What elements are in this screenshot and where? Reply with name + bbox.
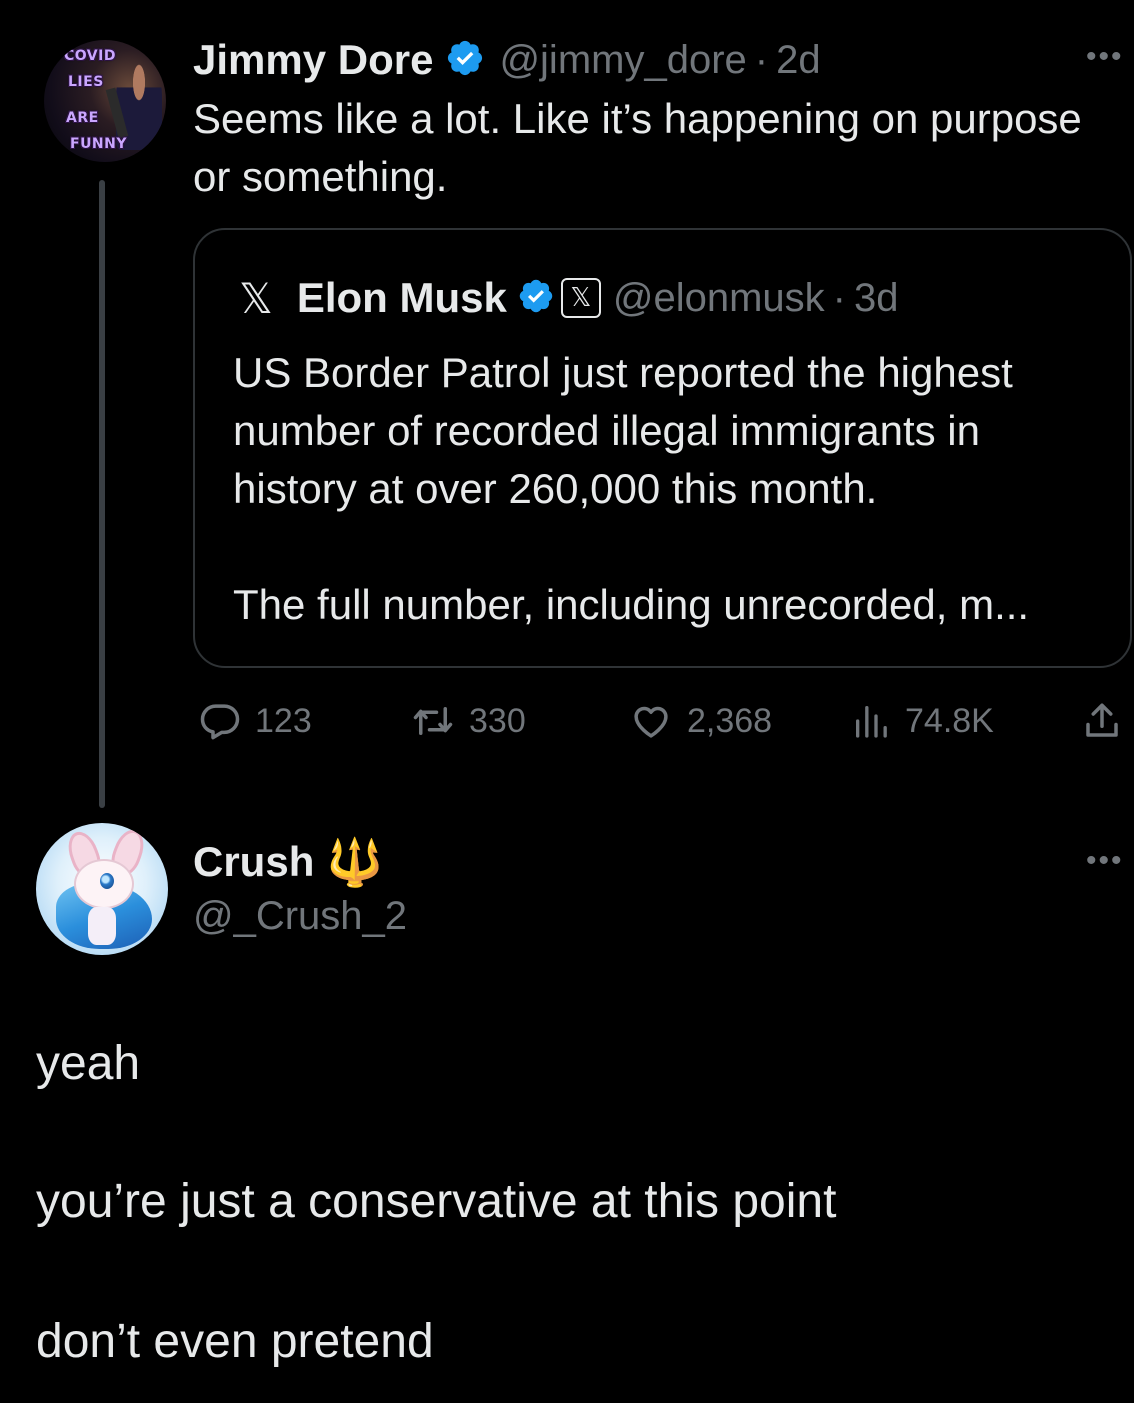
- repost-count: 330: [469, 701, 526, 740]
- quoted-author-handle: @elonmusk: [612, 275, 825, 320]
- more-options-icon[interactable]: •••: [1086, 846, 1124, 876]
- jimmy-dore-avatar[interactable]: COVID LIES ARE FUNNY: [44, 40, 166, 162]
- reply-button[interactable]: 123: [199, 696, 312, 746]
- dot-separator: ·: [754, 37, 769, 82]
- quoted-paragraph-1: US Border Patrol just reported the highe…: [233, 349, 1013, 512]
- dot-separator: ·: [832, 275, 846, 320]
- tweet-action-bar: 123 330 2,368 74.8K: [193, 696, 1133, 746]
- reply-count: 123: [255, 701, 312, 740]
- reply-author-handle[interactable]: @_Crush_2: [193, 890, 407, 942]
- verified-badge-icon: [517, 277, 555, 320]
- trident-icon: 🔱: [326, 835, 384, 889]
- reply-text-line-3: don’t even pretend: [36, 1315, 434, 1368]
- thread-connector-line: [99, 180, 105, 808]
- avatar-eye: [100, 873, 114, 889]
- views-chart-icon: [856, 706, 887, 738]
- view-count: 74.8K: [905, 701, 994, 740]
- like-count: 2,368: [687, 701, 773, 740]
- reply-author-row: Crush 🔱: [193, 833, 384, 891]
- x-logo-avatar-icon: 𝕏: [239, 273, 273, 323]
- author-handle[interactable]: @jimmy_dore: [499, 38, 746, 83]
- quoted-tweet-header: 𝕏 Elon Musk 𝕏 @elonmusk · 3d: [239, 270, 899, 326]
- quoted-tweet-timestamp: 3d: [854, 275, 899, 320]
- avatar-word-are: ARE: [66, 110, 99, 126]
- quoted-tweet-text: US Border Patrol just reported the highe…: [233, 344, 1113, 634]
- avatar-body: [88, 907, 116, 945]
- avatar-word-lies: LIES: [68, 74, 104, 90]
- tweet-thread-page: COVID LIES ARE FUNNY Jimmy Dore @jimmy_d…: [0, 0, 1134, 1403]
- quoted-paragraph-2: The full number, including unrecorded, m…: [233, 581, 1030, 628]
- reply-text-line-1: yeah: [36, 1037, 141, 1090]
- heart-icon: [634, 706, 668, 738]
- more-options-icon[interactable]: •••: [1086, 42, 1124, 72]
- tweet-header: Jimmy Dore @jimmy_dore · 2d: [193, 30, 821, 90]
- repost-icon: [413, 707, 453, 735]
- verified-badge-icon: [445, 38, 485, 83]
- repost-button[interactable]: 330: [411, 696, 526, 746]
- tweet-text: Seems like a lot. Like it’s happening on…: [193, 95, 1082, 200]
- reply-author-name[interactable]: Crush: [193, 838, 314, 886]
- quoted-author-name: Elon Musk: [296, 274, 507, 321]
- views-button[interactable]: 74.8K: [851, 696, 994, 746]
- avatar-word-covid: COVID: [64, 48, 116, 64]
- tweet-timestamp[interactable]: 2d: [776, 38, 821, 83]
- crush-avatar[interactable]: [36, 823, 168, 955]
- avatar-word-funny: FUNNY: [70, 136, 128, 152]
- x-affiliate-icon: 𝕏: [560, 278, 601, 318]
- share-button[interactable]: [1081, 696, 1123, 746]
- share-icon: [1086, 703, 1118, 737]
- reply-text-line-2: you’re just a conservative at this point: [36, 1175, 837, 1228]
- quoted-tweet-card[interactable]: 𝕏 Elon Musk 𝕏 @elonmusk · 3d US Border P…: [193, 228, 1132, 668]
- reply-icon: [200, 704, 240, 740]
- like-button[interactable]: 2,368: [629, 696, 772, 746]
- author-display-name[interactable]: Jimmy Dore: [193, 36, 433, 84]
